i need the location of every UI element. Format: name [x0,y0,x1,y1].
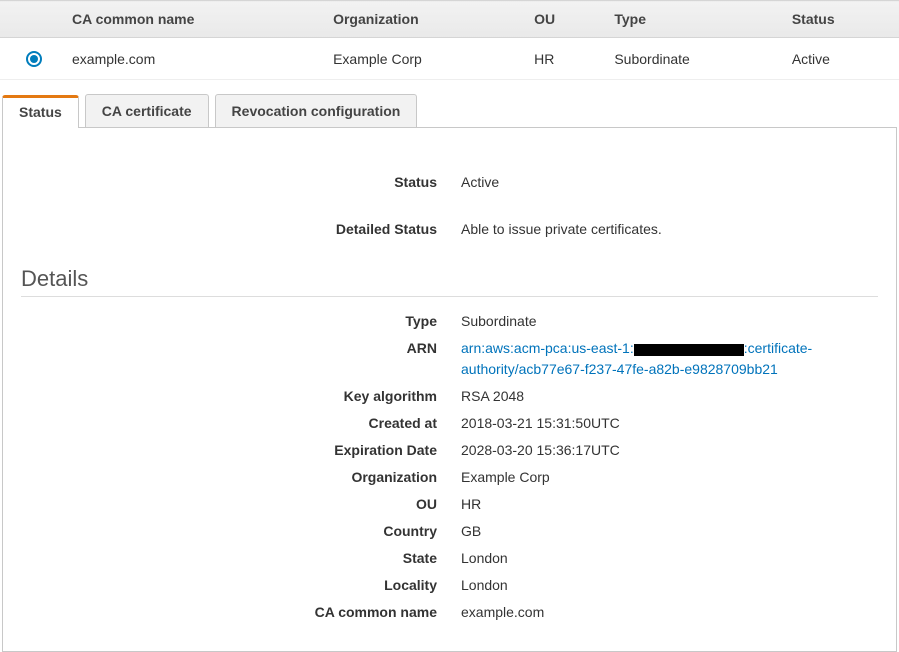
status-tab-panel: Status Active Detailed Status Able to is… [2,127,897,652]
cell-organization: Example Corp [321,38,522,80]
tab-status[interactable]: Status [2,95,79,128]
organization-label: Organization [21,467,461,488]
col-ou[interactable]: OU [522,1,602,38]
expiration-label: Expiration Date [21,440,461,461]
arn-prefix: arn:aws:acm-pca:us-east-1: [461,340,634,356]
organization-value: Example Corp [461,467,878,488]
ou-label: OU [21,494,461,515]
arn-redacted-account [634,344,744,356]
key-algorithm-value: RSA 2048 [461,386,878,407]
tab-revocation-configuration[interactable]: Revocation configuration [215,94,418,127]
tab-ca-certificate[interactable]: CA certificate [85,94,209,127]
section-rule [21,296,878,297]
tab-bar: Status CA certificate Revocation configu… [2,94,899,127]
created-at-value: 2018-03-21 15:31:50UTC [461,413,878,434]
locality-value: London [461,575,878,596]
detailed-status-label: Detailed Status [21,219,461,240]
status-label: Status [21,172,461,193]
row-radio-icon[interactable] [26,51,42,67]
common-name-label: CA common name [21,602,461,623]
table-row[interactable]: example.com Example Corp HR Subordinate … [0,38,899,80]
cell-type: Subordinate [602,38,779,80]
arn-link[interactable]: arn:aws:acm-pca:us-east-1::certificate-a… [461,340,812,377]
detailed-status-value: Able to issue private certificates. [461,219,878,240]
type-label: Type [21,311,461,332]
arn-value: arn:aws:acm-pca:us-east-1::certificate-a… [461,338,878,380]
col-organization[interactable]: Organization [321,1,522,38]
cell-common-name: example.com [60,38,321,80]
col-status[interactable]: Status [780,1,899,38]
state-value: London [461,548,878,569]
ca-table: CA common name Organization OU Type Stat… [0,0,899,80]
country-value: GB [461,521,878,542]
common-name-value: example.com [461,602,878,623]
created-at-label: Created at [21,413,461,434]
col-select [0,1,60,38]
col-type[interactable]: Type [602,1,779,38]
country-label: Country [21,521,461,542]
status-value: Active [461,172,878,193]
key-algorithm-label: Key algorithm [21,386,461,407]
cell-status: Active [780,38,899,80]
arn-label: ARN [21,338,461,380]
ou-value: HR [461,494,878,515]
state-label: State [21,548,461,569]
cell-ou: HR [522,38,602,80]
locality-label: Locality [21,575,461,596]
col-common-name[interactable]: CA common name [60,1,321,38]
expiration-value: 2028-03-20 15:36:17UTC [461,440,878,461]
type-value: Subordinate [461,311,878,332]
details-heading: Details [21,266,878,292]
